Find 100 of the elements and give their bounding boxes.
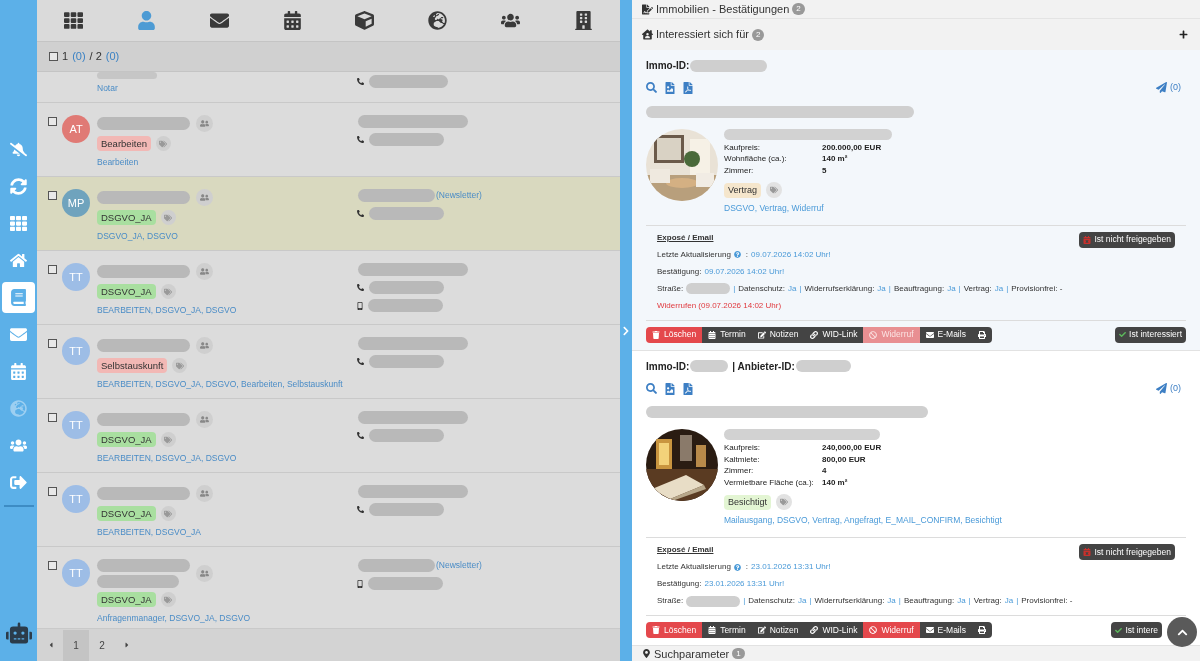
tag-button[interactable] [155, 136, 171, 151]
pdf-file-icon[interactable] [683, 382, 693, 395]
select-all-checkbox[interactable] [49, 52, 58, 61]
update-date: 23.01.2026 13:31 Uhr! [751, 561, 831, 573]
provision-text: Provisionfrei: - [1011, 282, 1063, 295]
users-icon[interactable] [501, 11, 521, 30]
tag-button[interactable] [160, 592, 176, 607]
tags-icon [159, 139, 168, 148]
building-icon[interactable] [574, 11, 594, 30]
previous-page-icon[interactable] [47, 641, 55, 649]
tag-button[interactable] [160, 506, 176, 521]
panel-title: Immobilien - Bestätigungen [656, 1, 790, 17]
check-icon [1115, 626, 1123, 634]
tag-button[interactable] [160, 284, 176, 299]
fact-value: 800,00 EUR [822, 453, 866, 466]
street-label: Straße: [657, 595, 684, 607]
checkbox[interactable] [48, 191, 57, 200]
send-button[interactable]: (0) [1156, 81, 1181, 95]
avatar: TT [62, 559, 90, 587]
checkbox[interactable] [48, 561, 57, 570]
checkbox[interactable] [48, 339, 57, 348]
page-button[interactable]: 2 [89, 629, 115, 661]
tag-chip: DSGVO_JA [97, 284, 156, 299]
release-status-button[interactable]: Ist nicht freigegeben [1079, 231, 1175, 248]
action-button[interactable]: Löschen [646, 326, 703, 343]
action-button[interactable] [971, 326, 992, 343]
mail-icon[interactable] [209, 11, 229, 30]
tag-button[interactable] [160, 210, 176, 225]
tags-icon [780, 498, 789, 507]
action-button[interactable]: Termin [702, 622, 752, 638]
action-button[interactable]: WID-Link [804, 326, 864, 343]
action-button[interactable]: Notizen [751, 622, 805, 638]
action-button[interactable]: E-Mails [919, 622, 972, 638]
fact-label: Zimmer: [724, 164, 755, 176]
location-icon [642, 649, 651, 658]
document-sign-icon [642, 3, 653, 15]
total-marked-count: (0) [105, 49, 120, 65]
action-button[interactable] [971, 622, 992, 638]
redacted-bar [686, 595, 741, 607]
search-icon[interactable] [646, 383, 657, 394]
tags-text: BEARBEITEN, DSGVO_JA, DSGVO, Bearbeiten, Selbstauskunft [97, 378, 344, 391]
status-tag: Vertrag [724, 182, 762, 198]
next-page-icon[interactable] [123, 641, 131, 649]
checkbox[interactable] [48, 413, 57, 422]
checkbox[interactable] [48, 487, 57, 496]
search-icon[interactable] [646, 82, 657, 94]
update-label: Letzte Aktualisierung [657, 561, 731, 573]
phone-icon [357, 358, 364, 365]
fact-label: Kaufpreis: [724, 442, 762, 454]
interest-button[interactable]: Ist interessiert [1115, 326, 1186, 343]
send-button[interactable]: (0) [1156, 381, 1181, 396]
calendar-icon [708, 626, 717, 634]
field-label: Datenschutz: [738, 282, 785, 295]
image-file-icon[interactable] [665, 382, 675, 395]
tag-button[interactable] [172, 358, 188, 373]
help-icon[interactable] [733, 251, 741, 259]
image-file-icon[interactable] [665, 81, 675, 94]
action-button[interactable]: Löschen [646, 622, 703, 638]
total-count: / 2 [89, 49, 102, 65]
tag-button[interactable] [776, 494, 793, 511]
action-button[interactable]: E-Mails [919, 326, 972, 343]
sidebar-item[interactable] [2, 282, 35, 313]
user-icon[interactable] [136, 11, 156, 30]
action-button[interactable]: Widerruf [863, 622, 920, 638]
people-icon [200, 489, 209, 498]
edit-icon [757, 626, 766, 634]
tags-text: BEARBEITEN, DSGVO_JA [97, 526, 202, 539]
section-title: Interessiert sich für [656, 27, 749, 43]
pdf-file-icon[interactable] [683, 81, 693, 94]
fact-label: Kaufpreis: [724, 141, 762, 153]
separator: | [809, 595, 812, 607]
calendar-x-icon [1083, 235, 1092, 244]
home-icon [10, 252, 27, 269]
tags-icon [164, 287, 173, 296]
checkbox[interactable] [48, 265, 57, 274]
grid-icon[interactable] [63, 11, 83, 30]
contact-row[interactable]: MP DSGVO_JA DSGVO_JA, DSGVO (Newsletter) [37, 177, 620, 251]
count-badge: 2 [751, 28, 765, 41]
provider-id-label: | Anbieter-ID: [732, 359, 795, 374]
checkbox[interactable] [48, 117, 57, 126]
help-icon[interactable] [733, 563, 741, 571]
interest-button[interactable]: Ist intere [1111, 622, 1162, 638]
cube-icon[interactable] [355, 11, 375, 30]
add-icon[interactable] [1179, 30, 1188, 39]
avatar: TT [62, 411, 90, 439]
robot-icon[interactable] [5, 622, 32, 644]
link-icon [810, 626, 819, 634]
release-status-button[interactable]: Ist nicht freigegeben [1079, 544, 1175, 560]
separator: | [958, 282, 961, 295]
action-button[interactable]: WID-Link [804, 622, 864, 638]
mail-icon [10, 326, 27, 343]
page-button[interactable]: 1 [63, 629, 89, 661]
action-button[interactable]: Notizen [751, 326, 805, 343]
separator: | [799, 282, 802, 295]
globe-icon[interactable] [428, 11, 448, 30]
action-button[interactable]: Termin [702, 326, 752, 343]
tag-button[interactable] [766, 182, 783, 198]
globe-icon [10, 400, 27, 417]
tag-button[interactable] [160, 432, 176, 447]
calendar-icon[interactable] [282, 11, 302, 30]
